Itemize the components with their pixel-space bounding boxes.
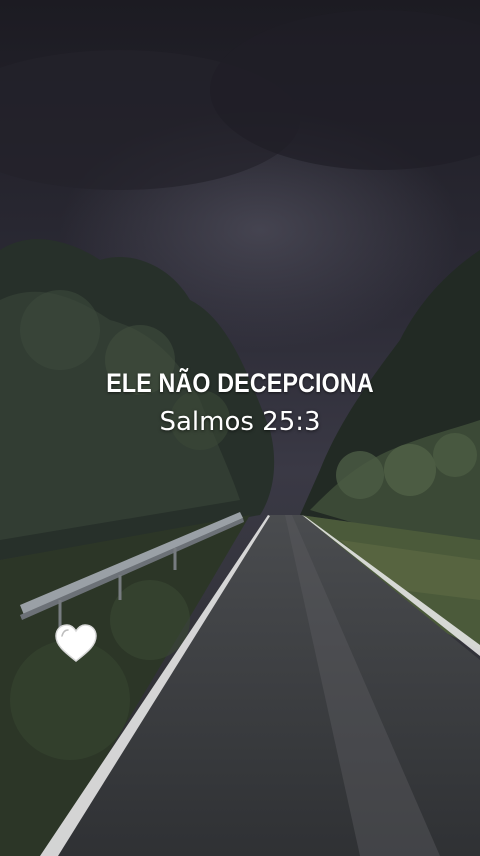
story-view: ELE NÃO DECEPCIONA Salmos 25:3 — [0, 0, 480, 856]
heart-icon — [55, 624, 97, 662]
verse-headline: ELE NÃO DECEPCIONA — [106, 368, 374, 398]
verse-caption: ELE NÃO DECEPCIONA Salmos 25:3 — [0, 366, 480, 438]
like-button[interactable] — [52, 620, 100, 668]
verse-reference: Salmos 25:3 — [159, 407, 321, 437]
